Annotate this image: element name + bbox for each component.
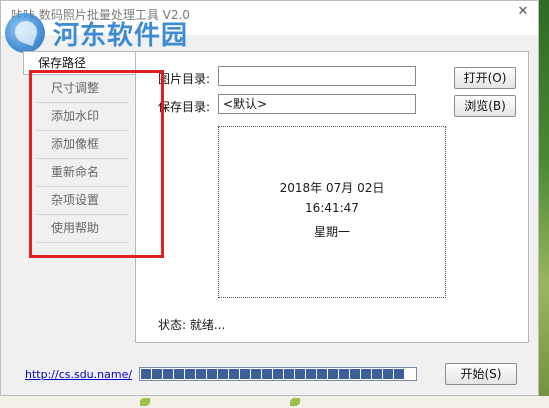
progress-segment (163, 369, 173, 379)
desktop-background-bottom (0, 396, 549, 408)
progress-segment (383, 369, 393, 379)
progress-segment (229, 369, 239, 379)
nav-item-misc[interactable]: 杂项设置 (37, 187, 129, 215)
start-button[interactable]: 开始(S) (445, 363, 517, 385)
nav-item-frame[interactable]: 添加像框 (37, 131, 129, 159)
preview-time: 16:41:47 (305, 201, 359, 215)
save-dir-input[interactable]: <默认> (218, 94, 416, 114)
close-icon[interactable]: ✕ (516, 5, 530, 19)
progress-segment (152, 369, 162, 379)
nav-item-watermark[interactable]: 添加水印 (37, 103, 129, 131)
progress-segment (218, 369, 228, 379)
app-window: 咔咔 数码照片批量处理工具 V2.0 ✕ 河东软件园 www.pc0359.cn… (0, 0, 539, 396)
nav-item-rename[interactable]: 重新命名 (37, 159, 129, 187)
leaf-icon (140, 398, 150, 406)
progress-segment (295, 369, 305, 379)
progress-segment (196, 369, 206, 379)
progress-segment (372, 369, 382, 379)
window-title: 咔咔 数码照片批量处理工具 V2.0 (11, 8, 190, 22)
browse-button[interactable]: 浏览(B) (454, 95, 516, 117)
title-bar: 咔咔 数码照片批量处理工具 V2.0 ✕ (1, 1, 538, 35)
preview-box: 2018年 07月 02日 16:41:47 星期一 (218, 126, 446, 298)
progress-segment (361, 369, 371, 379)
progress-segment (317, 369, 327, 379)
leaf-icon (290, 398, 300, 406)
image-dir-input[interactable] (218, 66, 416, 86)
progress-segment (251, 369, 261, 379)
preview-date: 2018年 07月 02日 (279, 181, 385, 195)
progress-segment (174, 369, 184, 379)
site-link[interactable]: http://cs.sdu.name/ (25, 368, 132, 381)
main-panel: 图片目录: 打开(O) 保存目录: <默认> 浏览(B) 2018年 07月 0… (135, 51, 529, 343)
save-dir-label: 保存目录: (158, 100, 211, 114)
preview-weekday: 星期一 (313, 225, 350, 239)
progress-segment (306, 369, 316, 379)
progress-segment (284, 369, 294, 379)
progress-segment (328, 369, 338, 379)
status-text: 状态: 就绪... (158, 318, 226, 332)
desktop-background-right (538, 0, 549, 408)
progress-segment (141, 369, 151, 379)
progress-segment (262, 369, 272, 379)
progress-segment (207, 369, 217, 379)
progress-segment (185, 369, 195, 379)
open-button[interactable]: 打开(O) (454, 67, 516, 89)
nav-item-resize[interactable]: 尺寸调整 (37, 75, 129, 103)
progress-segment (240, 369, 250, 379)
progress-segment (350, 369, 360, 379)
progress-segment (339, 369, 349, 379)
nav-item-help[interactable]: 使用帮助 (37, 215, 129, 243)
progress-segment (394, 369, 404, 379)
nav-list: 尺寸调整 添加水印 添加像框 重新命名 杂项设置 使用帮助 (37, 75, 129, 243)
nav-tab-save-path[interactable]: 保存路径 (23, 51, 135, 75)
progress-segment (273, 369, 283, 379)
image-dir-label: 图片目录: (158, 72, 211, 86)
progress-bar (139, 367, 417, 381)
